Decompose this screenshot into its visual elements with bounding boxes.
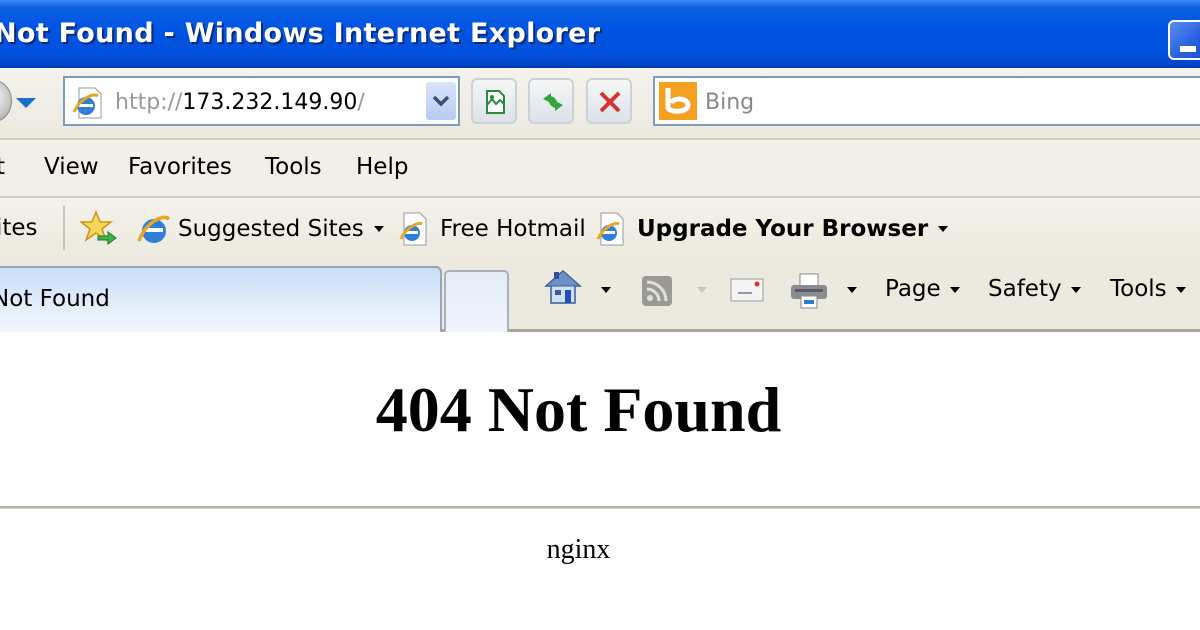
dropdown-arrow-icon	[1175, 286, 1186, 293]
safety-menu[interactable]: Safety	[988, 276, 1081, 302]
page-menu-label: Page	[885, 276, 941, 302]
dropdown-arrow-icon	[373, 226, 384, 232]
dropdown-arrow-icon	[938, 226, 949, 232]
page-content: 404 Not Found nginx	[0, 335, 1200, 630]
ie-page-icon	[399, 212, 427, 246]
page-menu[interactable]: Page	[885, 276, 960, 302]
stop-button[interactable]	[586, 78, 632, 124]
menu-help[interactable]: Help	[356, 154, 408, 180]
suggested-sites-link[interactable]: Suggested Sites	[136, 211, 384, 247]
tools-menu[interactable]: Tools	[1110, 276, 1186, 302]
window-title: Not Found - Windows Internet Explorer	[0, 18, 601, 49]
tab-title: Not Found	[0, 286, 110, 312]
home-dropdown-icon[interactable]	[601, 287, 611, 293]
address-text[interactable]: http://173.232.149.90/	[115, 90, 365, 115]
rss-feed-icon[interactable]	[641, 275, 673, 307]
tab-active[interactable]: Not Found	[0, 266, 442, 332]
dropdown-arrow-icon	[1070, 286, 1081, 293]
broken-page-icon	[486, 90, 505, 114]
print-icon[interactable]	[789, 272, 829, 310]
safety-menu-label: Safety	[988, 276, 1062, 302]
ie-logo-icon	[137, 215, 171, 243]
add-to-favorites-icon[interactable]	[80, 210, 118, 248]
favorites-bar: ites Suggested Sites Free Hotmail Upgrad…	[0, 198, 1200, 262]
refresh-icon	[543, 93, 563, 111]
address-dropdown-button[interactable]	[426, 82, 456, 120]
tools-menu-label: Tools	[1110, 276, 1167, 302]
bing-logo-icon	[659, 82, 697, 120]
upgrade-browser-label: Upgrade Your Browser	[637, 215, 929, 242]
title-bar: Not Found - Windows Internet Explorer	[0, 0, 1200, 68]
print-dropdown-icon[interactable]	[847, 287, 857, 293]
address-toolbar: http://173.232.149.90/ Bing	[0, 68, 1200, 140]
server-signature: nginx	[546, 534, 611, 565]
history-dropdown-icon[interactable]	[16, 98, 36, 108]
back-button[interactable]	[0, 80, 12, 122]
menu-edit[interactable]: t	[0, 154, 5, 180]
horizontal-rule	[0, 506, 1200, 509]
url-scheme: http://	[115, 90, 183, 115]
free-hotmail-link[interactable]: Free Hotmail	[398, 211, 586, 247]
new-tab-button[interactable]	[444, 270, 509, 332]
read-mail-icon[interactable]	[730, 278, 764, 302]
error-heading: 404 Not Found	[375, 374, 782, 445]
url-host: 173.232.149.90	[182, 90, 358, 115]
url-trailing: /	[357, 90, 365, 115]
search-input[interactable]: Bing	[653, 76, 1200, 126]
chevron-down-icon	[432, 95, 450, 107]
dropdown-arrow-icon	[949, 286, 960, 293]
menu-tools[interactable]: Tools	[265, 154, 322, 180]
feed-dropdown-icon	[697, 287, 707, 293]
compatibility-view-button[interactable]	[471, 78, 517, 124]
home-icon[interactable]	[543, 268, 583, 306]
refresh-button[interactable]	[528, 78, 574, 124]
minimize-button[interactable]	[1168, 20, 1200, 60]
search-placeholder: Bing	[705, 90, 755, 115]
favorites-button[interactable]: ites	[0, 215, 38, 241]
address-bar[interactable]: http://173.232.149.90/	[63, 76, 460, 126]
ie-page-icon	[72, 87, 102, 119]
upgrade-browser-link[interactable]: Upgrade Your Browser	[595, 211, 949, 247]
ie-page-icon	[596, 212, 624, 246]
menu-view[interactable]: View	[44, 154, 99, 180]
menu-bar: t View Favorites Tools Help	[0, 140, 1200, 198]
minimize-icon	[1180, 46, 1196, 52]
favorites-separator	[63, 206, 65, 250]
menu-favorites[interactable]: Favorites	[128, 154, 232, 180]
suggested-sites-label: Suggested Sites	[178, 215, 364, 242]
tab-bar: Not Found Page Safety Tools	[0, 262, 1200, 332]
free-hotmail-label: Free Hotmail	[440, 215, 586, 242]
stop-icon	[599, 91, 621, 113]
